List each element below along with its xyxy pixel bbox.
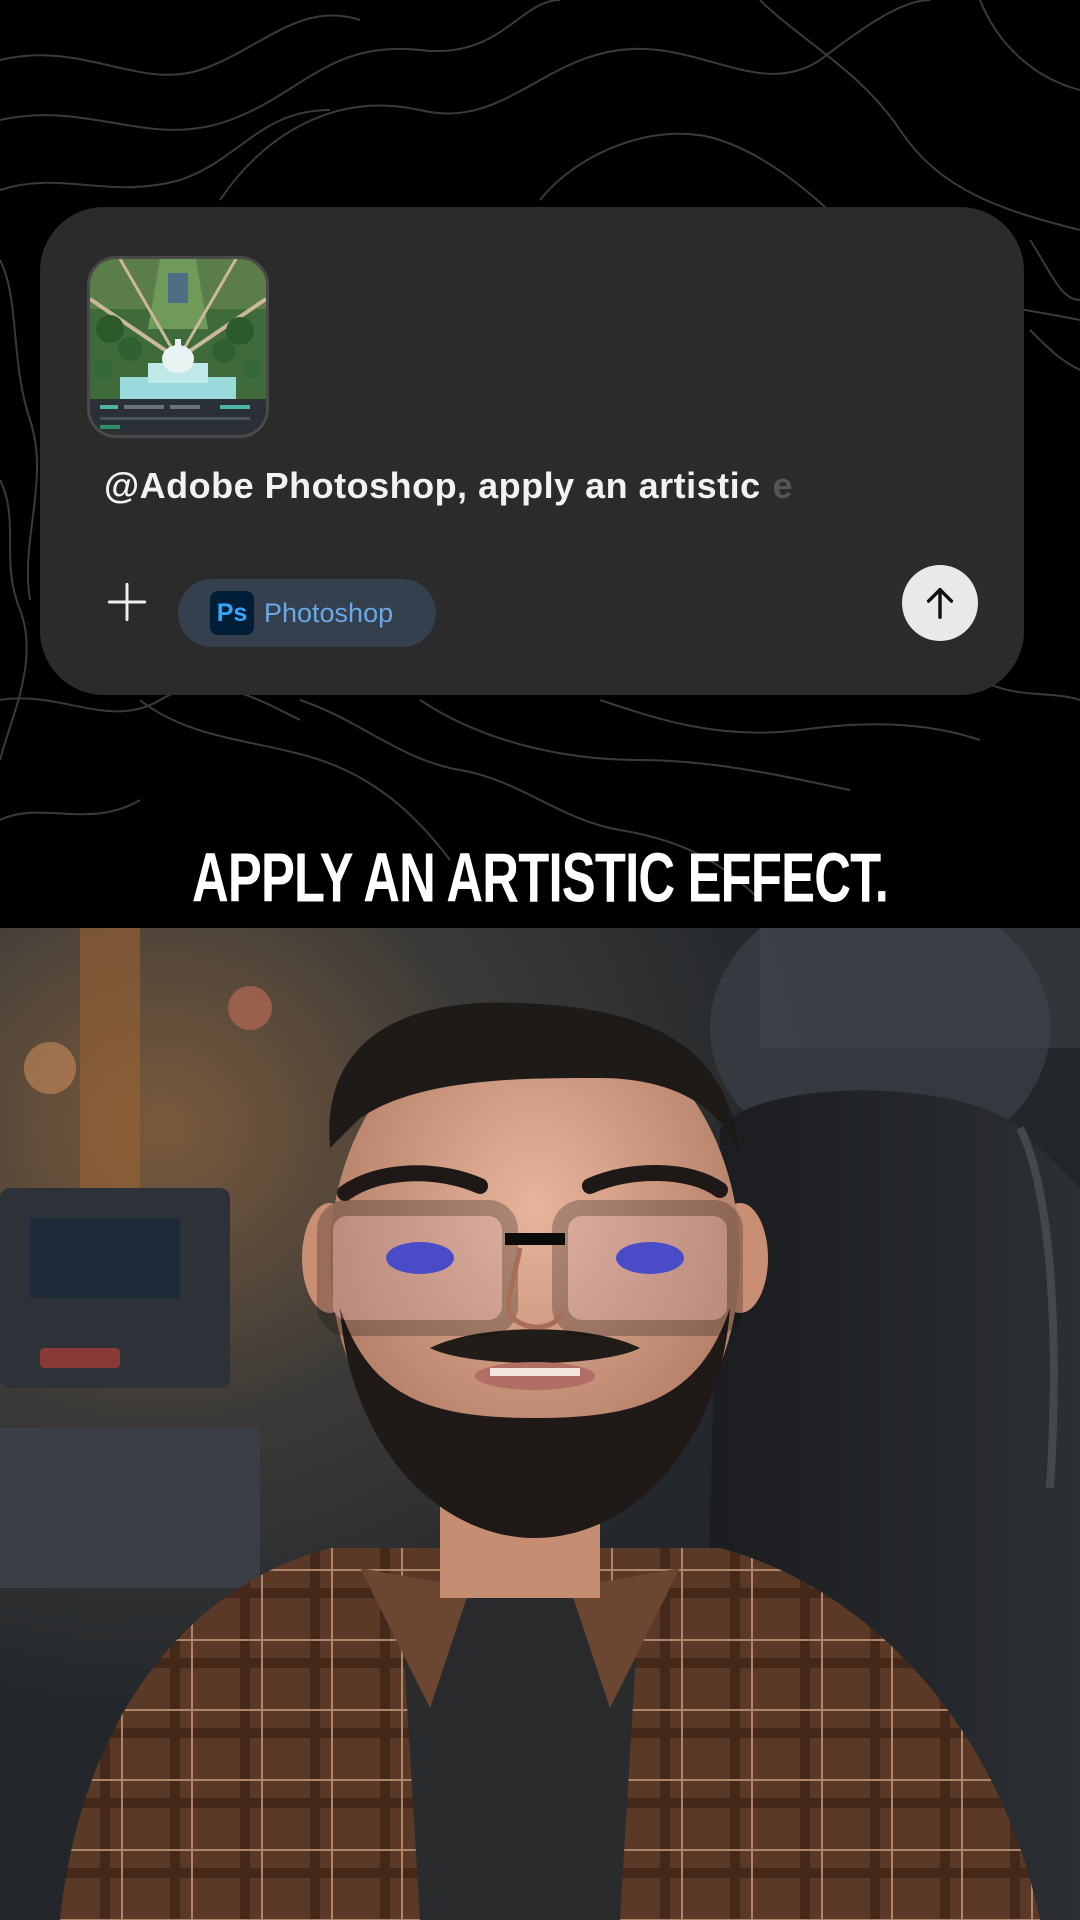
prompt-typed-text: @Adobe Photoshop, apply an artistic xyxy=(104,465,761,506)
chip-label: Photoshop xyxy=(264,597,394,628)
prompt-ghost-text: e xyxy=(772,465,794,506)
plus-icon xyxy=(107,582,147,622)
arrow-up-icon xyxy=(926,587,954,619)
top-section: @Adobe Photoshop, apply an artistic e Ps … xyxy=(0,0,1080,928)
send-button[interactable] xyxy=(902,565,978,641)
photoshop-logo-icon: Ps xyxy=(210,591,254,635)
attached-image xyxy=(90,259,266,435)
prompt-card: @Adobe Photoshop, apply an artistic e Ps … xyxy=(40,207,1024,695)
prompt-input[interactable]: @Adobe Photoshop, apply an artistic e xyxy=(104,465,793,507)
presenter-video xyxy=(0,928,1080,1920)
video-frame xyxy=(0,928,1080,1920)
add-button[interactable] xyxy=(102,577,152,627)
image-thumbnail-icon[interactable] xyxy=(90,259,266,435)
screen: @Adobe Photoshop, apply an artistic e Ps … xyxy=(0,0,1080,1920)
photoshop-chip[interactable]: Ps Photoshop xyxy=(178,579,436,647)
caption: APPLY AN ARTISTIC EFFECT. xyxy=(191,839,889,918)
